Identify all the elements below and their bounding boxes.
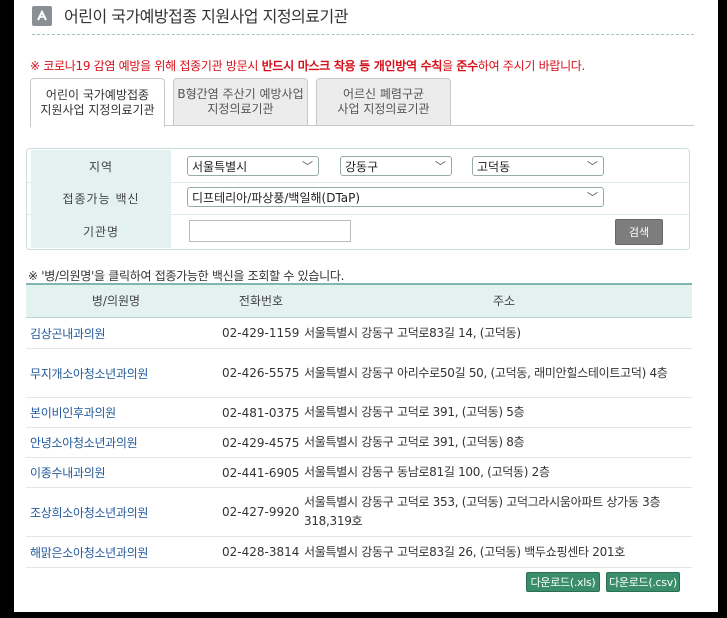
table-row: 안녕소아청소년과의원 02-429-4575 서울특별시 강동구 고덕로 391… bbox=[26, 428, 692, 458]
clinic-phone: 02-481-0375 bbox=[222, 405, 300, 420]
table-row: 김상곤내과의원 02-429-1159 서울특별시 강동구 고덕로83길 14,… bbox=[26, 318, 692, 349]
clinic-address: 서울특별시 강동구 고덕로83길 14, (고덕동) bbox=[304, 325, 521, 340]
popup-window: 어린이 국가예방접종 지원사업 지정의료기관 ※ 코로나19 감염 예방을 위해… bbox=[14, 0, 718, 612]
clinic-name-link[interactable]: 본이비인후과의원 bbox=[30, 398, 116, 427]
covid-notice: ※ 코로나19 감염 예방을 위해 접종기관 방문시 반드시 마스크 착용 등 … bbox=[30, 59, 586, 73]
table-row: 이종수내과의원 02-441-6905 서울특별시 강동구 동남로81길 100… bbox=[26, 458, 692, 488]
chevron-down-icon: ﹀ bbox=[302, 160, 313, 173]
table-hint: ※ '병/의원명'을 클릭하여 접종가능한 백신을 조회할 수 있습니다. bbox=[28, 269, 345, 283]
clinic-phone: 02-441-6905 bbox=[222, 465, 300, 480]
vaccine-row: 접종가능 백신 디프테리아/파상풍/백일해(DTaP) ﹀ bbox=[27, 182, 689, 215]
clinic-address: 서울특별시 강동구 아리수로50길 50, (고덕동, 래미안힐스테이트고덕) … bbox=[304, 365, 668, 380]
chevron-down-icon: ﹀ bbox=[435, 160, 446, 173]
clinic-phone: 02-428-3814 bbox=[222, 545, 300, 559]
clinic-name-link[interactable]: 무지개소아청소년과의원 bbox=[30, 349, 148, 397]
page-title: 어린이 국가예방접종 지원사업 지정의료기관 bbox=[64, 7, 348, 26]
clinic-name-link[interactable]: 김상곤내과의원 bbox=[30, 318, 105, 348]
chevron-down-icon: ﹀ bbox=[587, 191, 598, 204]
clinic-table: 병/의원명 전화번호 주소 김상곤내과의원 02-429-1159 서울특별시 … bbox=[26, 283, 692, 568]
app-icon bbox=[32, 6, 52, 26]
tab-hepatitis-b[interactable]: B형간염 주산기 예방사업 지정의료기관 bbox=[173, 78, 308, 125]
clinic-address: 서울특별시 강동구 동남로81길 100, (고덕동) 2층 bbox=[304, 465, 550, 479]
vaccine-label: 접종가능 백신 bbox=[31, 182, 171, 214]
table-header: 병/의원명 전화번호 주소 bbox=[26, 283, 692, 318]
clinic-name-link[interactable]: 이종수내과의원 bbox=[30, 458, 105, 487]
download-xls-button[interactable]: 다운로드(.xls) bbox=[526, 572, 600, 592]
region2-select[interactable]: 강동구 ﹀ bbox=[340, 156, 452, 176]
table-row: 무지개소아청소년과의원 02-426-5575 서울특별시 강동구 아리수로50… bbox=[26, 349, 692, 398]
clinic-address: 서울특별시 강동구 고덕로 391, (고덕동) 5층 bbox=[304, 405, 525, 419]
download-csv-button[interactable]: 다운로드(.csv) bbox=[606, 572, 680, 592]
clinic-phone: 02-427-9920 bbox=[222, 505, 300, 519]
region1-select[interactable]: 서울특별시 ﹀ bbox=[187, 156, 319, 176]
tab-senior-pneumococcal[interactable]: 어르신 폐렴구균 사업 지정의료기관 bbox=[316, 78, 451, 125]
tab-child-vaccination[interactable]: 어린이 국가예방접종 지원사업 지정의료기관 bbox=[30, 78, 165, 127]
org-name-input[interactable] bbox=[189, 220, 351, 242]
clinic-name-link[interactable]: 안녕소아청소년과의원 bbox=[30, 428, 138, 457]
header-address: 주소 bbox=[492, 294, 516, 308]
clinic-phone: 02-429-4575 bbox=[222, 435, 300, 450]
chevron-down-icon: ﹀ bbox=[587, 160, 598, 173]
title-bar: 어린이 국가예방접종 지원사업 지정의료기관 bbox=[14, 0, 718, 32]
header-phone: 전화번호 bbox=[238, 294, 284, 308]
region-label: 지역 bbox=[31, 150, 171, 182]
search-form: 지역 서울특별시 ﹀ 강동구 ﹀ 고덕동 ﹀ 접종가능 백신 디프테리아/파상풍/백일… bbox=[26, 148, 690, 250]
clinic-address: 서울특별시 강동구 고덕로 353, (고덕동) 고덕그라시움아파트 상가동 3… bbox=[304, 495, 661, 528]
region3-select[interactable]: 고덕동 ﹀ bbox=[472, 156, 604, 176]
clinic-address: 서울특별시 강동구 고덕로 391, (고덕동) 8층 bbox=[304, 435, 525, 449]
region-row: 지역 서울특별시 ﹀ 강동구 ﹀ 고덕동 ﹀ bbox=[27, 150, 689, 183]
table-row: 해맑은소아청소년과의원 02-428-3814 서울특별시 강동구 고덕로83길… bbox=[26, 537, 692, 568]
org-label: 기관명 bbox=[31, 214, 171, 248]
clinic-name-link[interactable]: 해맑은소아청소년과의원 bbox=[30, 537, 148, 567]
clinic-phone: 02-426-5575 bbox=[222, 366, 300, 380]
header-name: 병/의원명 bbox=[91, 294, 141, 308]
search-button[interactable]: 검색 bbox=[615, 219, 663, 245]
vaccine-select[interactable]: 디프테리아/파상풍/백일해(DTaP) ﹀ bbox=[187, 187, 604, 207]
table-row: 본이비인후과의원 02-481-0375 서울특별시 강동구 고덕로 391, … bbox=[26, 398, 692, 428]
title-divider bbox=[32, 34, 694, 35]
table-row: 조상희소아청소년과의원 02-427-9920 서울특별시 강동구 고덕로 35… bbox=[26, 488, 692, 537]
clinic-phone: 02-429-1159 bbox=[222, 326, 300, 340]
clinic-name-link[interactable]: 조상희소아청소년과의원 bbox=[30, 488, 148, 536]
org-row: 기관명 bbox=[27, 214, 689, 248]
clinic-address: 서울특별시 강동구 고덕로83길 26, (고덕동) 백두쇼핑센타 201호 bbox=[304, 544, 625, 559]
